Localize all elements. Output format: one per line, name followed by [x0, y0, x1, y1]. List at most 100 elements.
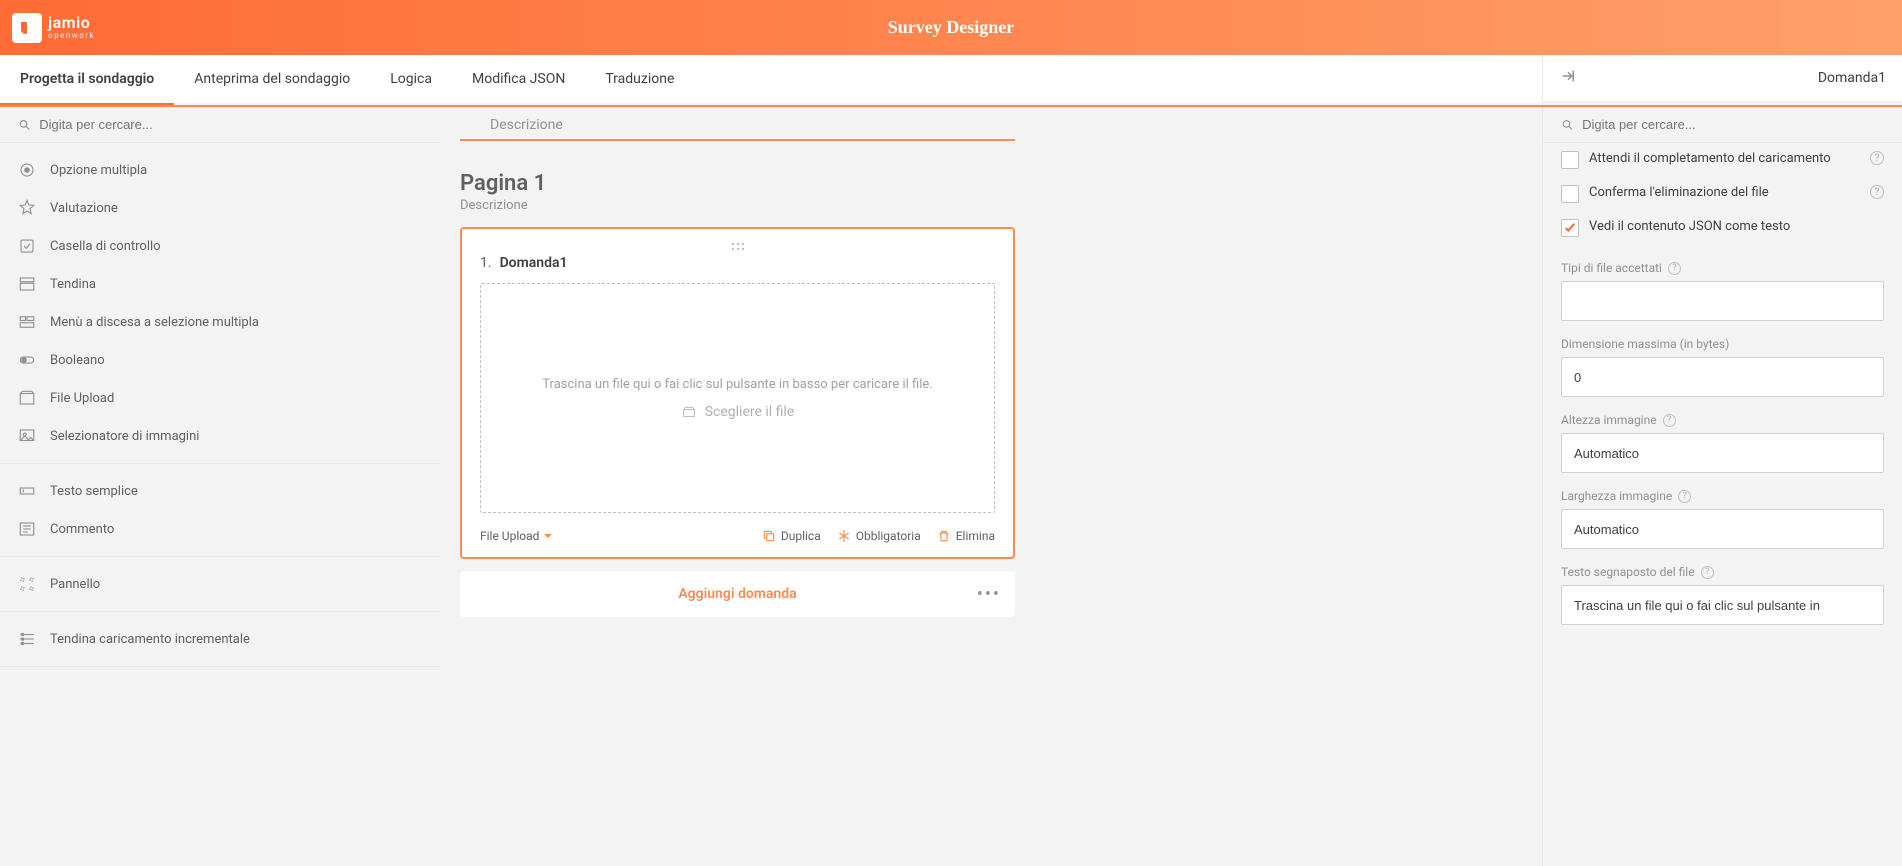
tab-designer[interactable]: Progetta il sondaggio: [0, 55, 174, 103]
prop-max-size-input[interactable]: [1561, 357, 1884, 397]
toolbox-item-radiogroup[interactable]: Opzione multipla: [0, 151, 440, 189]
designer-canvas: Descrizione Pagina 1 Descrizione 1. Doma…: [440, 107, 1542, 866]
checkbox-icon[interactable]: [1561, 185, 1579, 203]
tabs-left: Progetta il sondaggio Anteprima del sond…: [0, 55, 694, 103]
prop-wait-for-upload[interactable]: Attendi il completamento del caricamento…: [1561, 143, 1884, 177]
prop-max-size-label: Dimensione massima (in bytes): [1561, 337, 1884, 351]
tab-translation[interactable]: Traduzione: [585, 55, 694, 103]
question-type-selector[interactable]: File Upload: [480, 529, 553, 543]
help-icon[interactable]: ?: [1701, 566, 1714, 579]
question-actions: Duplica Obbligatoria Elimina: [762, 529, 995, 543]
toolbox-item-tagbox[interactable]: Menù a discesa a selezione multipla: [0, 303, 440, 341]
toolbox-item-label: Selezionatore di immagini: [50, 429, 199, 444]
toolbox-item-lazyload-dropdown[interactable]: Tendina caricamento incrementale: [0, 620, 440, 658]
help-icon[interactable]: ?: [1663, 414, 1676, 427]
survey-description[interactable]: Descrizione: [460, 107, 1522, 139]
right-panel-title: Domanda1: [1818, 70, 1886, 86]
toolbox-item-checkbox[interactable]: Casella di controllo: [0, 227, 440, 265]
duplicate-icon: [762, 529, 776, 543]
tab-json-editor[interactable]: Modifica JSON: [452, 55, 585, 103]
prop-img-height-input[interactable]: [1561, 433, 1884, 473]
chevron-down-icon: [543, 531, 553, 541]
required-toggle[interactable]: Obbligatoria: [837, 529, 921, 543]
toolbox-item-text[interactable]: Testo semplice: [0, 472, 440, 510]
prop-accepted-types-label: Tipi di file accettati?: [1561, 261, 1884, 275]
logo-icon: [12, 13, 42, 43]
prop-img-width-input[interactable]: [1561, 509, 1884, 549]
page-title[interactable]: Pagina 1: [460, 171, 1522, 196]
dropzone-text: Trascina un file qui o fai clic sul puls…: [542, 377, 932, 392]
add-question-more-button[interactable]: •••: [977, 584, 1001, 605]
question-title[interactable]: Domanda1: [500, 255, 568, 271]
toolbox-panel: Opzione multipla Valutazione Casella di …: [0, 107, 440, 866]
toolbox-item-boolean[interactable]: Booleano: [0, 341, 440, 379]
choose-file-button[interactable]: Scegliere il file: [681, 404, 795, 420]
prop-accepted-types-input[interactable]: [1561, 281, 1884, 321]
prop-img-width-label: Larghezza immagine?: [1561, 489, 1884, 503]
brand-subtitle: openwork: [48, 31, 95, 40]
question-card[interactable]: 1. Domanda1 Trascina un file qui o fai c…: [460, 227, 1015, 559]
prop-img-height-label: Altezza immagine?: [1561, 413, 1884, 427]
toolbox-item-dropdown[interactable]: Tendina: [0, 265, 440, 303]
toolbox-item-panel[interactable]: Pannello: [0, 565, 440, 603]
properties-body: Attendi il completamento del caricamento…: [1543, 143, 1902, 866]
tabs-bar: Progetta il sondaggio Anteprima del sond…: [0, 55, 1902, 105]
delete-button[interactable]: Elimina: [937, 529, 995, 543]
toolbox-item-label: Tendina: [50, 277, 96, 292]
help-icon[interactable]: ?: [1668, 262, 1681, 275]
brand-logo: jamio openwork: [12, 13, 95, 43]
toolbox-search: [0, 107, 440, 143]
collapse-right-panel-button[interactable]: [1559, 67, 1577, 89]
prop-json-as-text[interactable]: Vedi il contenuto JSON come testo: [1561, 211, 1884, 245]
help-icon[interactable]: ?: [1678, 490, 1691, 503]
prop-placeholder-text-input[interactable]: [1561, 585, 1884, 625]
add-question-bar: Aggiungi domanda •••: [460, 571, 1015, 617]
question-footer: File Upload Duplica Obbligatoria Elimina: [480, 529, 995, 543]
toolbox-item-label: Booleano: [50, 353, 105, 368]
banner-title: Survey Designer: [888, 17, 1014, 38]
toolbox-item-rating[interactable]: Valutazione: [0, 189, 440, 227]
page-description[interactable]: Descrizione: [460, 198, 1522, 213]
prop-placeholder-text-label: Testo segnaposto del file?: [1561, 565, 1884, 579]
toolbox-item-file[interactable]: File Upload: [0, 379, 440, 417]
tab-preview[interactable]: Anteprima del sondaggio: [174, 55, 370, 103]
toolbox-group-choice: Opzione multipla Valutazione Casella di …: [0, 143, 440, 464]
main: Opzione multipla Valutazione Casella di …: [0, 107, 1902, 866]
properties-search-input[interactable]: [1582, 117, 1884, 132]
add-question-button[interactable]: Aggiungi domanda: [678, 586, 796, 602]
question-type-label: File Upload: [480, 529, 539, 543]
checkbox-icon[interactable]: [1561, 219, 1579, 237]
duplicate-button[interactable]: Duplica: [762, 529, 821, 543]
toolbox-group-text: Testo semplice Commento: [0, 464, 440, 557]
help-icon[interactable]: ?: [1870, 151, 1884, 165]
choose-file-label: Scegliere il file: [705, 404, 795, 420]
checkbox-icon[interactable]: [1561, 151, 1579, 169]
toolbox-group-container: Pannello: [0, 557, 440, 612]
question-number: 1.: [480, 255, 492, 271]
toolbox-item-label: Menù a discesa a selezione multipla: [50, 315, 259, 330]
toolbox-item-label: Valutazione: [50, 201, 118, 216]
survey-title-underline: [460, 139, 1015, 141]
help-icon[interactable]: ?: [1870, 185, 1884, 199]
prop-label: Conferma l'eliminazione del file: [1589, 185, 1860, 200]
toolbox-item-label: Casella di controllo: [50, 239, 161, 254]
toolbox-item-label: Opzione multipla: [50, 163, 147, 178]
properties-panel: Attendi il completamento del caricamento…: [1542, 107, 1902, 866]
drag-handle-icon[interactable]: [480, 239, 995, 255]
properties-search: [1543, 107, 1902, 143]
toolbox-item-label: Tendina caricamento incrementale: [50, 632, 250, 647]
asterisk-icon: [837, 529, 851, 543]
tab-logic[interactable]: Logica: [370, 55, 452, 103]
toolbox-item-label: Pannello: [50, 577, 100, 592]
file-dropzone[interactable]: Trascina un file qui o fai clic sul puls…: [480, 283, 995, 513]
header-banner: jamio openwork Survey Designer: [0, 0, 1902, 55]
toolbox-group-misc: Tendina caricamento incrementale: [0, 612, 440, 667]
toolbox-item-comment[interactable]: Commento: [0, 510, 440, 548]
question-header: 1. Domanda1: [480, 255, 995, 271]
trash-icon: [937, 529, 951, 543]
toolbox-item-imagepicker[interactable]: Selezionatore di immagini: [0, 417, 440, 455]
prop-label: Vedi il contenuto JSON come testo: [1589, 219, 1884, 234]
prop-confirm-delete[interactable]: Conferma l'eliminazione del file ?: [1561, 177, 1884, 211]
toolbox-item-label: Testo semplice: [50, 484, 138, 499]
toolbox-search-input[interactable]: [39, 117, 422, 132]
